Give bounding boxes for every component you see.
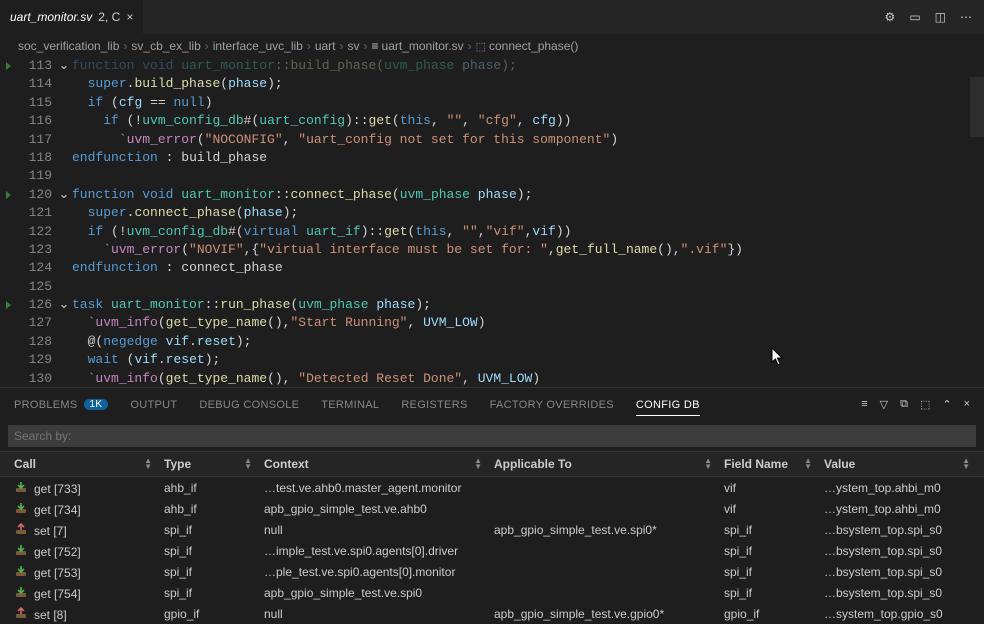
set-icon: [14, 522, 28, 536]
minimap[interactable]: [970, 57, 984, 387]
table-row[interactable]: get [752]spi_if…imple_test.ve.spi0.agent…: [0, 540, 984, 561]
line-numbers: 1131141151161171181191201211221231241251…: [16, 57, 56, 387]
panel-tab-problems[interactable]: PROBLEMS1K: [14, 399, 108, 411]
filter-icon[interactable]: ▽: [880, 398, 888, 411]
get-icon: [14, 480, 28, 494]
panel-tabs: PROBLEMS1K OUTPUT DEBUG CONSOLE TERMINAL REG…: [0, 388, 984, 421]
sort-icon[interactable]: ▲▼: [144, 458, 152, 470]
table-body: get [733]ahb_if…test.ve.ahb0.master_agen…: [0, 477, 984, 624]
copy-icon[interactable]: ⧉: [900, 398, 908, 411]
code-area[interactable]: function void uart_monitor::build_phase(…: [72, 57, 984, 387]
breadcrumb-part[interactable]: interface_uvc_lib: [213, 39, 303, 53]
search-input[interactable]: [8, 425, 976, 447]
get-icon: [14, 543, 28, 557]
panel-actions: ≡ ▽ ⧉ ⬚ ⌃ ×: [861, 398, 970, 411]
list-icon[interactable]: ≡: [861, 398, 867, 411]
tab-filename: uart_monitor.sv: [10, 10, 92, 24]
search-bar: [0, 421, 984, 451]
table-row[interactable]: get [734]ahb_ifapb_gpio_simple_test.ve.a…: [0, 498, 984, 519]
code-editor[interactable]: 1131141151161171181191201211221231241251…: [0, 57, 984, 387]
minimap-slider[interactable]: [970, 77, 984, 137]
table-header: Call▲▼ Type▲▼ Context▲▼ Applicable To▲▼ …: [0, 451, 984, 477]
panel-tab-config-db[interactable]: CONFIG DB: [636, 399, 700, 416]
fold-column[interactable]: ⌄⌄⌄: [56, 57, 72, 387]
table-row[interactable]: set [8]gpio_ifnullapb_gpio_simple_test.v…: [0, 603, 984, 624]
breadcrumb-part[interactable]: soc_verification_lib: [18, 39, 119, 53]
panel-tab-debug-console[interactable]: DEBUG CONSOLE: [199, 399, 299, 411]
sort-icon[interactable]: ▲▼: [244, 458, 252, 470]
table-row[interactable]: set [7]spi_ifnullapb_gpio_simple_test.ve…: [0, 519, 984, 540]
sort-icon[interactable]: ▲▼: [962, 458, 970, 470]
get-icon: [14, 585, 28, 599]
problem-count-badge: 1K: [84, 399, 109, 410]
panel-toggle-icon[interactable]: ▭: [909, 10, 920, 24]
th-value[interactable]: Value▲▼: [818, 457, 976, 471]
th-type[interactable]: Type▲▼: [158, 457, 258, 471]
split-icon[interactable]: ◫: [935, 10, 946, 24]
chevron-up-icon[interactable]: ⌃: [942, 398, 951, 411]
th-call[interactable]: Call▲▼: [8, 457, 158, 471]
panel-tab-factory-overrides[interactable]: FACTORY OVERRIDES: [490, 399, 614, 411]
more-icon[interactable]: ⋯: [960, 10, 972, 24]
breadcrumb-part[interactable]: sv: [348, 39, 360, 53]
titlebar: uart_monitor.sv 2, C × ⚙ ▭ ◫ ⋯: [0, 0, 984, 35]
tab-badge: 2, C: [98, 10, 120, 24]
panel-tab-registers[interactable]: REGISTERS: [401, 399, 467, 411]
set-icon: [14, 606, 28, 620]
close-panel-icon[interactable]: ×: [964, 398, 970, 411]
editor-tab[interactable]: uart_monitor.sv 2, C ×: [0, 0, 143, 35]
panel-tab-terminal[interactable]: TERMINAL: [321, 399, 379, 411]
th-field[interactable]: Field Name▲▼: [718, 457, 818, 471]
get-icon: [14, 564, 28, 578]
new-window-icon[interactable]: ⬚: [920, 398, 930, 411]
table-row[interactable]: get [733]ahb_if…test.ve.ahb0.master_agen…: [0, 477, 984, 498]
th-applicable[interactable]: Applicable To▲▼: [488, 457, 718, 471]
sort-icon[interactable]: ▲▼: [474, 458, 482, 470]
breadcrumb[interactable]: soc_verification_lib› sv_cb_ex_lib› inte…: [0, 35, 984, 57]
gear-icon[interactable]: ⚙: [885, 10, 896, 24]
panel-tab-output[interactable]: OUTPUT: [130, 399, 177, 411]
breadcrumb-file[interactable]: ≡uart_monitor.sv: [372, 39, 464, 53]
bottom-panel: PROBLEMS1K OUTPUT DEBUG CONSOLE TERMINAL REG…: [0, 387, 984, 624]
breadcrumb-symbol[interactable]: ⬚connect_phase(): [476, 39, 579, 53]
titlebar-actions: ⚙ ▭ ◫ ⋯: [885, 10, 984, 24]
table-row[interactable]: get [754]spi_ifapb_gpio_simple_test.ve.s…: [0, 582, 984, 603]
sort-icon[interactable]: ▲▼: [804, 458, 812, 470]
breadcrumb-part[interactable]: uart: [315, 39, 336, 53]
table-row[interactable]: get [753]spi_if…ple_test.ve.spi0.agents[…: [0, 561, 984, 582]
th-context[interactable]: Context▲▼: [258, 457, 488, 471]
breadcrumb-part[interactable]: sv_cb_ex_lib: [131, 39, 200, 53]
close-icon[interactable]: ×: [126, 10, 133, 24]
get-icon: [14, 501, 28, 515]
sort-icon[interactable]: ▲▼: [704, 458, 712, 470]
gutter-marks: [0, 57, 16, 387]
